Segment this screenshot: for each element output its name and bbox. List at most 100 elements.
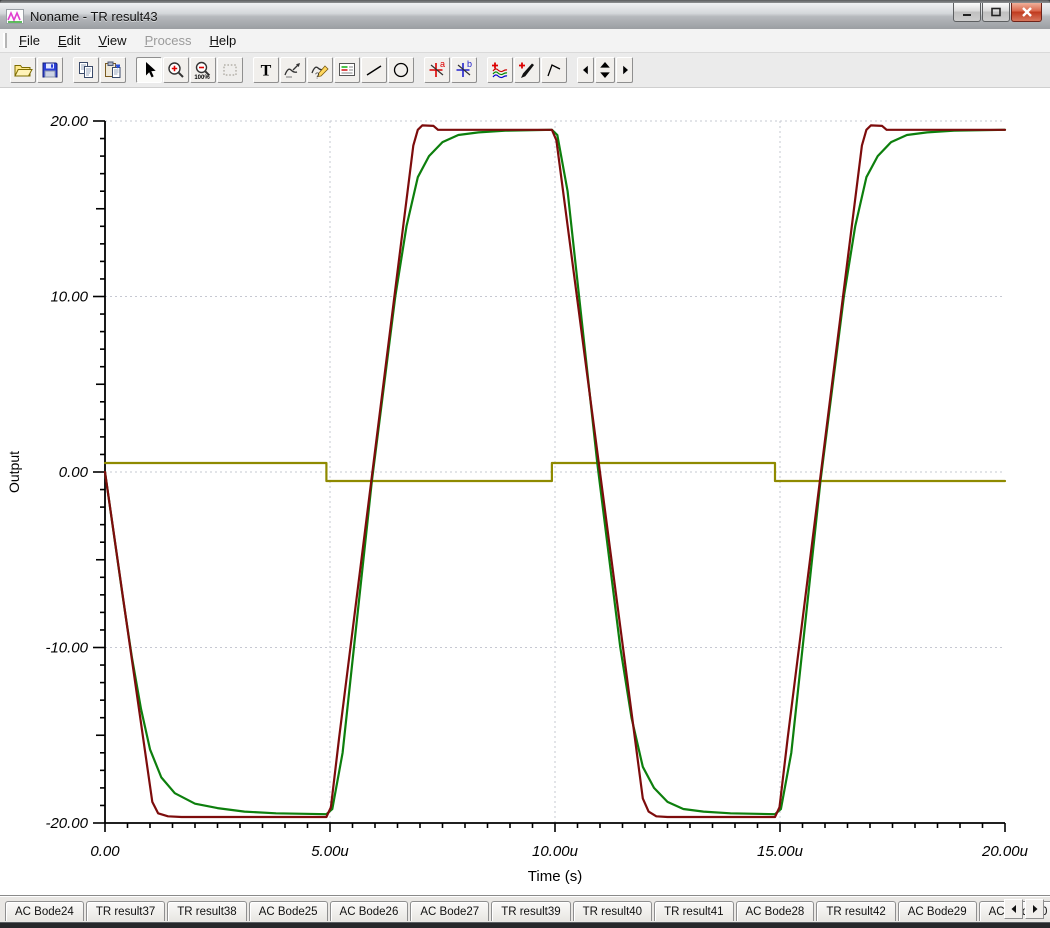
tab-scroll-left-button[interactable] (1004, 899, 1023, 919)
result-tab-bar: AC Bode24TR result37TR result38AC Bode25… (0, 895, 1050, 922)
zoom-out-100-button[interactable]: 100% (190, 57, 216, 83)
legend-icon (337, 60, 357, 80)
linearize-button[interactable] (541, 57, 567, 83)
open-button[interactable] (10, 57, 36, 83)
folder-open-icon (13, 60, 33, 80)
close-icon (1021, 7, 1033, 17)
tab-ac-bode27[interactable]: AC Bode27 (410, 901, 489, 921)
spinner-icon (597, 60, 613, 80)
tab-tr-result42[interactable]: TR result42 (816, 901, 895, 921)
tab-ac-bode29[interactable]: AC Bode29 (898, 901, 977, 921)
cursor-b-icon: b (454, 60, 474, 80)
ellipse-tool-icon (391, 60, 411, 80)
line-tool-icon (364, 60, 384, 80)
tab-ac-bode25[interactable]: AC Bode25 (249, 901, 328, 921)
legend-button[interactable] (334, 57, 360, 83)
waveform-question-icon: ? (310, 60, 330, 80)
line-tool-button[interactable] (361, 57, 387, 83)
nav-right-icon (619, 63, 631, 77)
tab-ac-bode26[interactable]: AC Bode26 (330, 901, 409, 921)
svg-text:?: ? (315, 72, 320, 81)
text-tool-button[interactable]: T (253, 57, 279, 83)
tab-tr-result40[interactable]: TR result40 (573, 901, 652, 921)
zoom-in-button[interactable] (163, 57, 189, 83)
copy-button[interactable] (73, 57, 99, 83)
maximize-icon (990, 7, 1002, 17)
text-tool-icon: T (256, 60, 276, 80)
diagram-window: Noname - TR result43 FileEditViewProcess… (0, 0, 1050, 928)
transient-analysis-plot[interactable]: 0.00 5.00u 10.00u 15.00u 20.00u 20.00 10.00 0.0… (0, 88, 1050, 895)
menu-edit[interactable]: Edit (49, 29, 89, 52)
chart-area: 0.00 5.00u 10.00u 15.00u 20.00u 20.00 10.00 0.0… (0, 88, 1050, 895)
tab-tr-result38[interactable]: TR result38 (167, 901, 246, 921)
pointer-button[interactable] (136, 57, 162, 83)
menu-file[interactable]: File (10, 29, 49, 52)
page-prev-button[interactable] (577, 57, 594, 83)
tab-tr-result37[interactable]: TR result37 (86, 901, 165, 921)
close-button[interactable] (1011, 3, 1042, 22)
svg-text:100%: 100% (194, 75, 210, 80)
pick-point-button[interactable] (514, 57, 540, 83)
cursor-a-icon: a (427, 60, 447, 80)
save-icon (40, 60, 60, 80)
cursor-a-button[interactable]: a (424, 57, 450, 83)
tab-tr-result39[interactable]: TR result39 (491, 901, 570, 921)
x-tick-label: 0.00 (90, 843, 120, 860)
page-next-button[interactable] (616, 57, 633, 83)
paste-button[interactable] (100, 57, 126, 83)
page-spinner-button[interactable] (595, 57, 615, 83)
svg-text:T: T (261, 63, 272, 80)
curve-properties-button[interactable]: ? (307, 57, 333, 83)
maximize-button[interactable] (982, 3, 1010, 22)
zoom-region-button (217, 57, 243, 83)
add-curves-button[interactable] (487, 57, 513, 83)
copy-icon (76, 60, 96, 80)
y-tick-label: 20.00 (49, 113, 88, 130)
autoscale-curve-button[interactable] (280, 57, 306, 83)
svg-text:b: b (467, 60, 472, 69)
y-tick-label: -20.00 (45, 815, 88, 832)
ellipse-tool-button[interactable] (388, 57, 414, 83)
paste-icon (103, 60, 123, 80)
window-title: Noname - TR result43 (30, 9, 158, 24)
nav-left-icon (580, 63, 592, 77)
window-frame-bottom (0, 922, 1050, 928)
title-bar[interactable]: Noname - TR result43 (0, 3, 1050, 29)
waveform-arrow-icon (283, 60, 303, 80)
menubar-grip-icon (3, 33, 7, 48)
zoom-out-100-icon: 100% (193, 60, 213, 80)
save-button[interactable] (37, 57, 63, 83)
x-axis-title: Time (s) (528, 868, 582, 885)
menu-items: FileEditViewProcessHelp (10, 29, 245, 52)
menu-view[interactable]: View (89, 29, 135, 52)
tab-ac-bode28[interactable]: AC Bode28 (736, 901, 815, 921)
y-axis-title: Output (6, 451, 22, 493)
menu-bar: FileEditViewProcessHelp (0, 29, 1050, 53)
zoom-region-icon (220, 60, 240, 80)
right-arrow-icon (1030, 904, 1040, 914)
tab-scroll-right-button[interactable] (1025, 899, 1044, 919)
x-tick-label: 10.00u (532, 843, 579, 860)
x-tick-label: 5.00u (311, 843, 349, 860)
x-tick-label: 20.00u (981, 843, 1029, 860)
toolbar: 100% T? a b (0, 53, 1050, 88)
tab-ac-bode24[interactable]: AC Bode24 (5, 901, 84, 921)
minimize-button[interactable] (953, 3, 981, 22)
window-controls (952, 3, 1042, 22)
tab-tr-result41[interactable]: TR result41 (654, 901, 733, 921)
y-tick-label: -10.00 (45, 640, 88, 657)
y-tick-label: 0.00 (59, 464, 89, 481)
toolbar-items: 100% T? a b (10, 57, 634, 83)
left-arrow-icon (1009, 904, 1019, 914)
menu-help[interactable]: Help (201, 29, 246, 52)
add-curves-icon (490, 60, 510, 80)
x-tick-label: 15.00u (757, 843, 804, 860)
cursor-b-button[interactable]: b (451, 57, 477, 83)
pen-plus-icon (517, 60, 537, 80)
segment-icon (544, 60, 564, 80)
tab-scroll-controls (1002, 899, 1044, 919)
y-tick-label: 10.00 (50, 289, 88, 306)
pointer-icon (139, 60, 159, 80)
tab-items: AC Bode24TR result37TR result38AC Bode25… (5, 896, 1050, 922)
svg-text:a: a (440, 60, 445, 69)
